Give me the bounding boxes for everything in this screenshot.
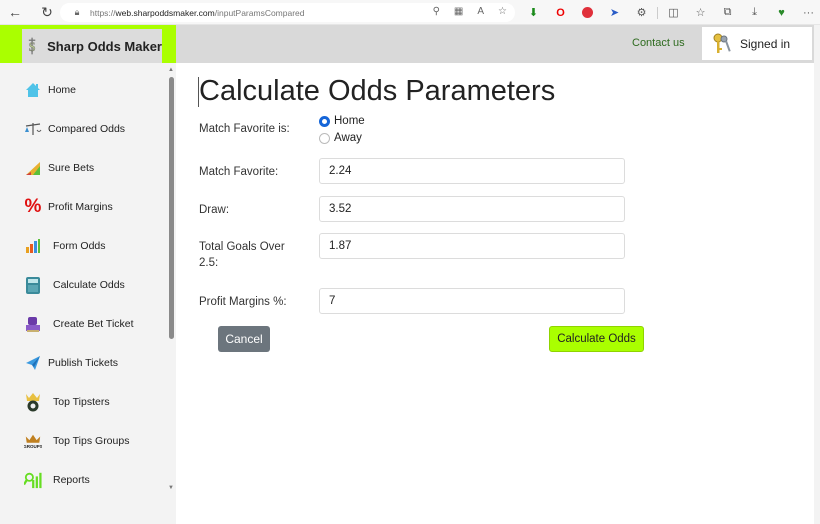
paper-plane-icon [24,354,42,372]
sidebar-item-top-tips-groups[interactable]: GROUPS Top Tips Groups [0,427,166,455]
signed-in-label: Signed in [740,36,791,51]
brand-title: Sharp Odds Maker [47,38,162,54]
radio-away[interactable]: Away [319,132,362,144]
reports-icon [24,471,42,489]
sidebar-item-label: Profit Margins [48,201,113,213]
url-host: web.sharpoddsmaker.com [115,7,215,18]
sidebar-scrollbar[interactable]: ▲ ▼ [167,63,176,513]
sidebar-item-label: Publish Tickets [48,357,119,369]
read-aloud-icon[interactable]: A [477,6,484,17]
radio-home-input[interactable] [319,115,330,127]
extensions-icon[interactable]: ⚙ [628,3,655,22]
ticket-printer-icon [24,315,42,333]
radio-away-input[interactable] [319,132,330,144]
radio-away-label: Away [334,132,362,144]
calculator-icon [24,276,42,294]
sidebar-item-publish-tickets[interactable]: Publish Tickets [0,349,166,377]
scroll-down-arrow-icon[interactable]: ▼ [168,485,174,491]
adblock-extension-icon[interactable] [574,3,601,22]
svg-text:GROUPS: GROUPS [24,444,42,449]
browser-toolbar: ← ↻ 🔒︎ https://web.sharpoddsmaker.com/in… [0,0,820,25]
extension-arrow-icon[interactable]: ➤ [601,3,628,22]
page: $ Sharp Odds Maker Contact us Signed in … [0,25,814,524]
sidebar-item-label: Sure Bets [48,162,95,174]
sidebar-item-calculate-odds[interactable]: Calculate Odds [0,271,166,299]
percent-icon: % [24,196,42,217]
total-goals-label: Total Goals Over 2.5: [199,241,285,269]
download-extension-icon[interactable]: ⬇ [520,3,547,22]
sidebar-item-label: Create Bet Ticket [53,318,134,330]
crown-groups-icon: GROUPS [24,432,42,450]
favorites-icon[interactable]: ☆ [687,3,714,22]
draw-label: Draw: [199,204,230,216]
crown-ball-icon [24,393,42,412]
sidebar-item-profit-margins[interactable]: % Profit Margins [0,193,166,221]
contact-us-link[interactable]: Contact us [632,37,685,49]
sidebar-item-top-tipsters[interactable]: Top Tipsters [0,388,166,416]
opera-extension-icon[interactable]: O [547,3,574,22]
toolbar-divider [657,6,658,19]
sidebar-item-label: Home [48,84,77,96]
sidebar-item-home[interactable]: Home [0,76,166,104]
brand-logo-link[interactable]: $ Sharp Odds Maker [22,29,162,63]
profit-margins-label: Profit Margins %: [199,296,287,308]
sidebar-item-label: Reports [53,474,90,486]
svg-text:$: $ [29,40,36,54]
sidebar-item-reports[interactable]: Reports [0,466,166,494]
profit-margins-input[interactable] [319,288,625,314]
downloads-icon[interactable]: ⤓ [741,3,768,22]
bar-chart-icon [24,237,42,255]
chart-rising-icon [24,159,42,177]
sidebar-item-form-odds[interactable]: Form Odds [0,232,166,260]
page-title: Calculate Odds Parameters [199,75,556,107]
lock-icon[interactable]: 🔒︎ [70,7,84,18]
match-favorite-label: Match Favorite: [199,166,279,178]
sidebar: Home Compared Odds Sure Bets % Profit Ma… [0,63,176,524]
main-content: Calculate Odds Parameters Match Favorite… [176,63,814,524]
dollar-sword-logo-icon: $ [29,37,36,55]
window-edge [814,25,820,524]
signed-in-button[interactable]: Signed in [702,27,812,60]
calculate-odds-button[interactable]: Calculate Odds [549,326,644,352]
url-scheme: https:// [90,7,116,18]
sidebar-item-label: Compared Odds [48,123,126,135]
sidebar-item-label: Top Tipsters [53,396,110,408]
back-icon[interactable]: ← [6,3,24,21]
sidebar-item-sure-bets[interactable]: Sure Bets [0,154,166,182]
more-icon[interactable]: ··· [795,3,820,22]
collections-icon[interactable]: ⧉ [714,3,741,22]
scales-icon [24,120,42,138]
performance-icon[interactable]: ♥ [768,3,795,22]
radio-home-label: Home [334,115,365,127]
address-bar[interactable]: 🔒︎ https://web.sharpoddsmaker.com/inputP… [60,3,515,22]
favorite-star-icon[interactable]: ☆ [498,6,507,17]
sidebar-item-create-bet-ticket[interactable]: Create Bet Ticket [0,310,166,338]
sidebar-item-label: Calculate Odds [53,279,125,291]
top-navbar: $ Sharp Odds Maker Contact us Signed in [0,25,814,63]
grid-icon[interactable]: ▦ [454,6,463,17]
keys-icon [713,33,731,53]
favorite-side-label: Match Favorite is: [199,123,290,135]
url-path: /inputParamsCompared [214,7,305,18]
scroll-up-arrow-icon[interactable]: ▲ [168,67,174,73]
total-goals-input[interactable] [319,233,625,259]
sidebar-item-label: Top Tips Groups [53,435,130,447]
sidebar-item-compared-odds[interactable]: Compared Odds [0,115,166,143]
cancel-button[interactable]: Cancel [218,326,270,352]
search-key-icon[interactable]: ⚲ [433,6,440,17]
home-icon [24,81,42,99]
match-favorite-input[interactable] [319,158,625,184]
scrollbar-thumb[interactable] [169,77,174,339]
sidebar-item-label: Form Odds [53,240,106,252]
refresh-icon[interactable]: ↻ [38,3,56,21]
split-screen-icon[interactable]: ◫ [660,3,687,22]
draw-input[interactable] [319,196,625,222]
radio-home[interactable]: Home [319,115,365,127]
